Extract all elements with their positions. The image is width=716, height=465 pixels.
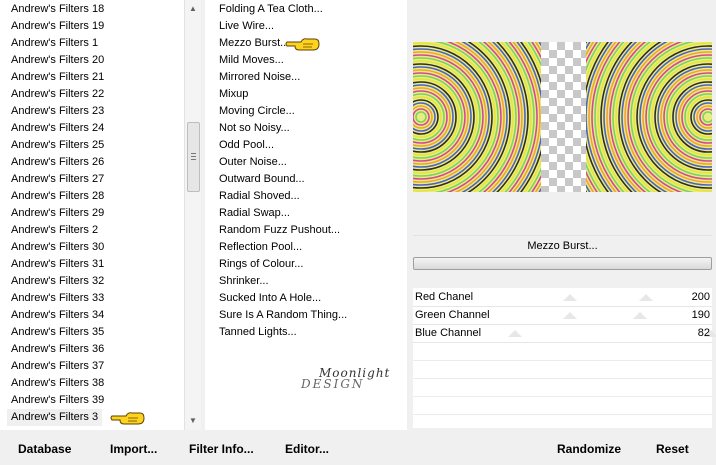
param-label: Red Chanel	[415, 291, 474, 303]
import-button[interactable]: Import...	[110, 442, 157, 456]
param-value[interactable]: 190	[692, 306, 710, 324]
filter-item[interactable]: Odd Pool...	[219, 137, 274, 154]
category-item[interactable]: Andrew's Filters 36	[11, 341, 104, 358]
filter-item[interactable]: Reflection Pool...	[219, 239, 302, 256]
category-item[interactable]: Andrew's Filters 31	[11, 256, 104, 273]
category-item[interactable]: Andrew's Filters 3	[7, 409, 103, 426]
category-item[interactable]: Andrew's Filters 28	[11, 188, 104, 205]
category-item[interactable]: Andrew's Filters 20	[11, 52, 104, 69]
filter-item[interactable]: Sure Is A Random Thing...	[219, 307, 347, 324]
filter-item[interactable]: Outer Noise...	[219, 154, 287, 171]
progress-bar	[413, 257, 712, 270]
filter-item[interactable]: Sucked Into A Hole...	[219, 290, 321, 307]
category-item[interactable]: Andrew's Filters 30	[11, 239, 104, 256]
scroll-up-arrow-icon[interactable]: ▲	[185, 2, 201, 16]
watermark-logo: Moonlight DESIGN	[301, 366, 397, 396]
filter-item[interactable]: Random Fuzz Pushout...	[219, 222, 340, 239]
category-item[interactable]: Andrew's Filters 21	[11, 69, 104, 86]
empty-param-row	[413, 378, 712, 379]
category-item[interactable]: Andrew's Filters 34	[11, 307, 104, 324]
category-scrollbar[interactable]: ▲ ▼	[184, 0, 201, 430]
category-item[interactable]: Andrew's Filters 22	[11, 86, 104, 103]
filter-item[interactable]: Mezzo Burst...	[219, 35, 289, 52]
category-item[interactable]: Andrew's Filters 25	[11, 137, 104, 154]
category-item[interactable]: Andrew's Filters 26	[11, 154, 104, 171]
parameter-panel: Red Chanel 200 Green Channel 190 Blue Channe…	[413, 288, 716, 428]
param-slider-row[interactable]: Green Channel 190	[413, 306, 712, 325]
filter-item[interactable]: Tanned Lights...	[219, 324, 297, 341]
grip-line	[191, 153, 196, 154]
category-item[interactable]: Andrew's Filters 24	[11, 120, 104, 137]
scroll-down-arrow-icon[interactable]: ▼	[185, 414, 201, 428]
scroll-thumb[interactable]	[187, 122, 200, 192]
filter-item[interactable]: Mirrored Noise...	[219, 69, 300, 86]
preview-image	[413, 42, 712, 192]
filter-item[interactable]: Outward Bound...	[219, 171, 305, 188]
slider-tick-icon	[633, 312, 647, 319]
filter-item[interactable]: Not so Noisy...	[219, 120, 290, 137]
slider-tick-icon	[563, 294, 577, 301]
slider-tick-icon	[508, 330, 522, 337]
category-item[interactable]: Andrew's Filters 35	[11, 324, 104, 341]
filter-name-label: Mezzo Burst...	[413, 235, 712, 256]
filter-item[interactable]: Radial Shoved...	[219, 188, 300, 205]
category-item[interactable]: Andrew's Filters 32	[11, 273, 104, 290]
filter-item[interactable]: Folding A Tea Cloth...	[219, 1, 323, 18]
watermark-text: DESIGN	[301, 377, 365, 391]
param-value[interactable]: 200	[692, 288, 710, 306]
grip-line	[191, 156, 196, 157]
database-button[interactable]: Database	[18, 442, 71, 456]
pointing-hand-icon	[110, 409, 146, 427]
param-label: Blue Channel	[415, 327, 482, 339]
category-item[interactable]: Andrew's Filters 39	[11, 392, 104, 409]
empty-param-row	[413, 360, 712, 361]
category-item[interactable]: Andrew's Filters 19	[11, 18, 104, 35]
randomize-button[interactable]: Randomize	[557, 442, 621, 456]
pointing-hand-icon	[285, 35, 321, 53]
param-slider-row[interactable]: Red Chanel 200	[413, 288, 712, 307]
slider-tick-icon	[563, 312, 577, 319]
bottom-button-bar: Database Import... Filter Info... Editor…	[0, 430, 716, 465]
filter-item[interactable]: Mixup	[219, 86, 248, 103]
filter-item[interactable]: Mild Moves...	[219, 52, 284, 69]
empty-param-row	[413, 396, 712, 397]
grip-line	[191, 159, 196, 160]
category-item[interactable]: Andrew's Filters 29	[11, 205, 104, 222]
filter-item[interactable]: Rings of Colour...	[219, 256, 303, 273]
slider-tick-icon	[639, 294, 653, 301]
category-list[interactable]: Andrew's Filters 18 Andrew's Filters 19 An…	[0, 0, 184, 430]
editor-button[interactable]: Editor...	[285, 442, 329, 456]
filter-list[interactable]: Moonlight DESIGN Folding A Tea Cloth... L…	[205, 0, 407, 430]
category-item[interactable]: Andrew's Filters 38	[11, 375, 104, 392]
empty-param-row	[413, 414, 712, 415]
filter-item[interactable]: Live Wire...	[219, 18, 274, 35]
filter-info-button[interactable]: Filter Info...	[189, 442, 254, 456]
param-slider-row[interactable]: Blue Channel 82	[413, 324, 716, 343]
category-item[interactable]: Andrew's Filters 27	[11, 171, 104, 188]
category-item[interactable]: Andrew's Filters 2	[11, 222, 98, 239]
category-item[interactable]: Andrew's Filters 1	[11, 35, 98, 52]
filter-item[interactable]: Radial Swap...	[219, 205, 290, 222]
filter-item[interactable]: Moving Circle...	[219, 103, 295, 120]
filter-item[interactable]: Shrinker...	[219, 273, 269, 290]
category-item[interactable]: Andrew's Filters 37	[11, 358, 104, 375]
param-label: Green Channel	[415, 309, 490, 321]
reset-button[interactable]: Reset	[656, 442, 689, 456]
category-item[interactable]: Andrew's Filters 23	[11, 103, 104, 120]
category-item[interactable]: Andrew's Filters 18	[11, 1, 104, 18]
param-value[interactable]: 82	[698, 324, 710, 342]
category-item[interactable]: Andrew's Filters 33	[11, 290, 104, 307]
